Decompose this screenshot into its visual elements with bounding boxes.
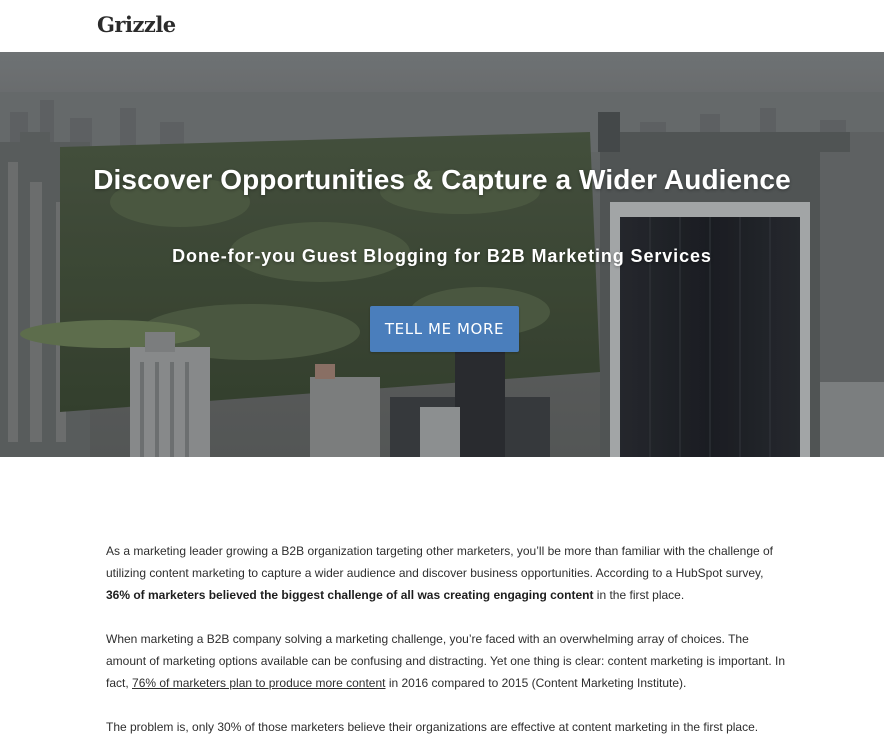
- statistic-link[interactable]: 76% of marketers plan to produce more co…: [132, 676, 385, 690]
- intro-content: As a marketing leader growing a B2B orga…: [106, 540, 786, 755]
- site-logo[interactable]: Grizzle: [97, 12, 176, 37]
- paragraph-text: As a marketing leader growing a B2B orga…: [106, 544, 774, 580]
- site-header: Grizzle: [0, 0, 884, 52]
- intro-paragraph-1: As a marketing leader growing a B2B orga…: [106, 540, 786, 606]
- paragraph-text: The problem is, only 30% of those market…: [106, 720, 759, 734]
- paragraph-text: in the first place.: [593, 588, 685, 602]
- paragraph-text: in 2016 compared to 2015 (Content Market…: [385, 676, 687, 690]
- hero-banner: Discover Opportunities & Capture a Wider…: [0, 52, 884, 457]
- intro-paragraph-2: When marketing a B2B company solving a m…: [106, 628, 786, 694]
- hero-title: Discover Opportunities & Capture a Wider…: [93, 164, 791, 195]
- intro-paragraph-3: The problem is, only 30% of those market…: [106, 716, 786, 738]
- landing-page: Grizzle Discover Opportunities & Capture…: [0, 0, 884, 755]
- tell-me-more-button[interactable]: TELL ME MORE: [370, 306, 519, 352]
- highlight-statistic: 36% of marketers believed the biggest ch…: [106, 588, 594, 602]
- hero-subtitle: Done-for-you Guest Blogging for B2B Mark…: [172, 246, 712, 266]
